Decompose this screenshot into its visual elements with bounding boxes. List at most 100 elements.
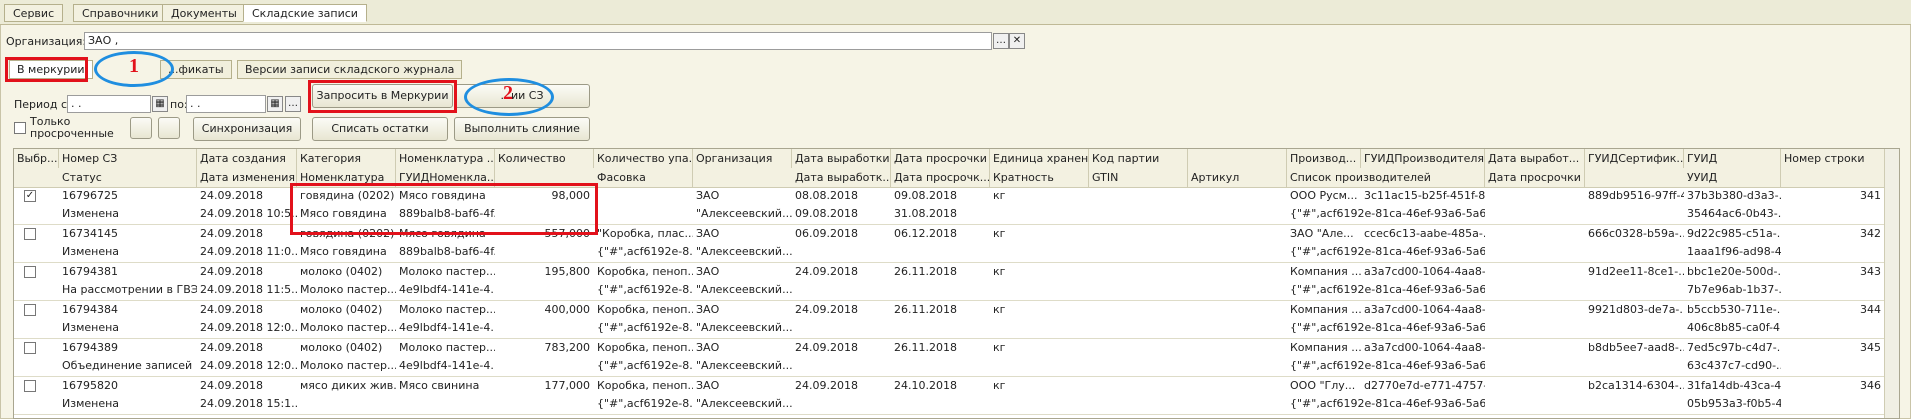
table-cell <box>1485 395 1585 412</box>
table-cell: Изменена <box>62 321 120 334</box>
col-header[interactable]: ГУИД <box>1684 149 1781 168</box>
table-cell: кг <box>993 341 1006 354</box>
table-row[interactable]: 16795820 24.09.2018 мясо диких жив... Мясо … <box>14 377 1899 415</box>
col-header[interactable] <box>1188 149 1287 168</box>
table-cell: 24.09.2018 <box>200 341 263 354</box>
table-cell: Коробка, пеноп... <box>597 379 693 392</box>
table-cell: Коробка, пеноп... <box>597 341 693 354</box>
col-header[interactable]: Количество упа... <box>594 149 693 168</box>
subtab-in-mercury[interactable]: В меркурии <box>9 60 93 79</box>
table-cell: {"#",acf6192e-81ca-46ef-93a6-5a696... <box>1290 245 1485 258</box>
clear-icon[interactable]: ✕ <box>1009 33 1025 49</box>
table-cell: 16794389 <box>62 341 118 354</box>
table-row[interactable]: 16794381 24.09.2018 молоко (0402) Молоко па… <box>14 263 1899 301</box>
col-header[interactable]: Дата просрочки <box>891 149 990 168</box>
period-from-label: Период с: <box>14 98 71 111</box>
table-cell: d2770e7d-e771-4757-... <box>1364 379 1485 392</box>
period-to-field[interactable]: . . <box>186 95 266 113</box>
table-cell: 31.08.2018 <box>894 207 957 220</box>
table-cell: 26.11.2018 <box>894 303 957 316</box>
col-header[interactable]: Дата просрочк... <box>891 168 990 187</box>
table-cell <box>1188 377 1287 394</box>
table-cell: "Алексеевский... <box>696 283 792 296</box>
table-row[interactable]: 16794389 24.09.2018 молоко (0402) Молоко па… <box>14 339 1899 377</box>
col-header[interactable]: Кратность <box>990 168 1089 187</box>
col-header[interactable]: ГУИДСертифик... <box>1585 149 1684 168</box>
row-select-checkbox[interactable] <box>24 380 36 392</box>
col-header[interactable]: Дата изменения <box>197 168 297 187</box>
table-cell <box>495 395 594 412</box>
col-header[interactable]: ГУИДПроизводителя <box>1361 149 1485 168</box>
table-cell: 08.08.2018 <box>795 189 858 202</box>
tab-service[interactable]: Сервис <box>4 4 64 22</box>
col-header[interactable]: Выбр... <box>14 149 59 168</box>
select-button[interactable]: … <box>993 33 1009 49</box>
table-cell: 24.09.2018 11:0... <box>200 245 297 258</box>
table-cell <box>1089 339 1188 356</box>
col-header[interactable]: Артикул <box>1188 168 1287 187</box>
table-row[interactable]: ✓ 16796725 24.09.2018 говядина (0202) Мясо г… <box>14 187 1899 225</box>
table-cell <box>1089 301 1188 318</box>
tab-documents[interactable]: Документы <box>162 4 246 22</box>
table-cell <box>1089 263 1188 280</box>
col-header[interactable]: Номенклатура ... <box>396 149 495 168</box>
col-header[interactable]: GTIN <box>1089 168 1188 187</box>
table-row[interactable]: 16734145 24.09.2018 говядина (0202) Мясо го… <box>14 225 1899 263</box>
table-cell: ЗАО <box>696 227 720 240</box>
request-mercury-button[interactable]: Запросить в Меркурии <box>312 84 453 108</box>
row-select-checkbox[interactable] <box>24 342 36 354</box>
tab-references[interactable]: Справочники <box>73 4 168 22</box>
col-header[interactable]: Дата создания <box>197 149 297 168</box>
row-select-checkbox[interactable] <box>24 304 36 316</box>
table-cell <box>792 281 891 298</box>
period-from-field[interactable]: . . <box>67 95 151 113</box>
table-cell <box>495 281 594 298</box>
col-header[interactable]: Дата выработк... <box>792 168 891 187</box>
table-cell: {"#",acf6192e-8... <box>597 245 693 258</box>
table-cell <box>1781 357 1885 374</box>
copy-icon[interactable] <box>158 117 180 139</box>
table-cell: ЗАО <box>696 189 720 202</box>
table-cell: "Коробка, плас... <box>597 227 693 240</box>
row-select-checkbox[interactable] <box>24 228 36 240</box>
refresh-icon[interactable] <box>130 117 152 139</box>
table-row[interactable]: 16794384 24.09.2018 молоко (0402) Молоко па… <box>14 301 1899 339</box>
only-expired-checkbox[interactable] <box>14 122 26 134</box>
table-cell: молоко (0402) <box>300 341 383 354</box>
calendar-icon[interactable]: ▦ <box>267 96 283 112</box>
table-cell: Компания ... <box>1290 341 1361 354</box>
col-header[interactable]: Категория <box>297 149 396 168</box>
col-header[interactable]: Производ... <box>1287 149 1361 168</box>
organization-field[interactable]: ЗАО , <box>84 32 992 50</box>
col-header[interactable]: Код партии <box>1089 149 1188 168</box>
col-header[interactable]: Номенклатура <box>297 168 396 187</box>
col-header[interactable]: Дата выработки <box>792 149 891 168</box>
period-select-button[interactable]: … <box>285 96 301 112</box>
col-header[interactable]: Статус <box>59 168 197 187</box>
col-header[interactable]: Единица хранен... <box>990 149 1089 168</box>
table-cell <box>990 243 1089 260</box>
col-header[interactable]: Дата просрочки <box>1485 168 1585 187</box>
row-select-checkbox[interactable]: ✓ <box>24 190 36 202</box>
col-header[interactable]: Организация <box>693 149 792 168</box>
merge-button[interactable]: Выполнить слияние <box>454 117 590 141</box>
col-header[interactable]: Фасовка <box>594 168 693 187</box>
col-header[interactable]: УУИД <box>1684 168 1781 187</box>
col-header[interactable]: Список производителей <box>1287 168 1485 187</box>
vertical-scrollbar[interactable] <box>1884 149 1899 418</box>
table-cell <box>792 395 891 412</box>
row-select-checkbox[interactable] <box>24 266 36 278</box>
tab-warehouse-records[interactable]: Складские записи <box>243 4 367 22</box>
table-cell: ООО "Глу... <box>1290 379 1356 392</box>
subtab-journal-versions[interactable]: Версии записи складского журнала <box>237 60 463 79</box>
sync-button[interactable]: Синхронизация <box>193 117 301 141</box>
writeoff-button[interactable]: Списать остатки <box>312 117 448 141</box>
col-header[interactable]: Дата выработ... <box>1485 149 1585 168</box>
col-header[interactable]: Номер СЗ <box>59 149 197 168</box>
col-header[interactable]: ГУИДНоменкла... <box>396 168 495 187</box>
col-header[interactable]: Количество <box>495 149 594 168</box>
col-header[interactable]: Номер строки <box>1781 149 1885 168</box>
table-cell: {"#",acf6192e-81ca-46ef-93a6-5a696... <box>1290 397 1485 410</box>
calendar-icon[interactable]: ▦ <box>152 96 168 112</box>
table-cell <box>1188 339 1287 356</box>
